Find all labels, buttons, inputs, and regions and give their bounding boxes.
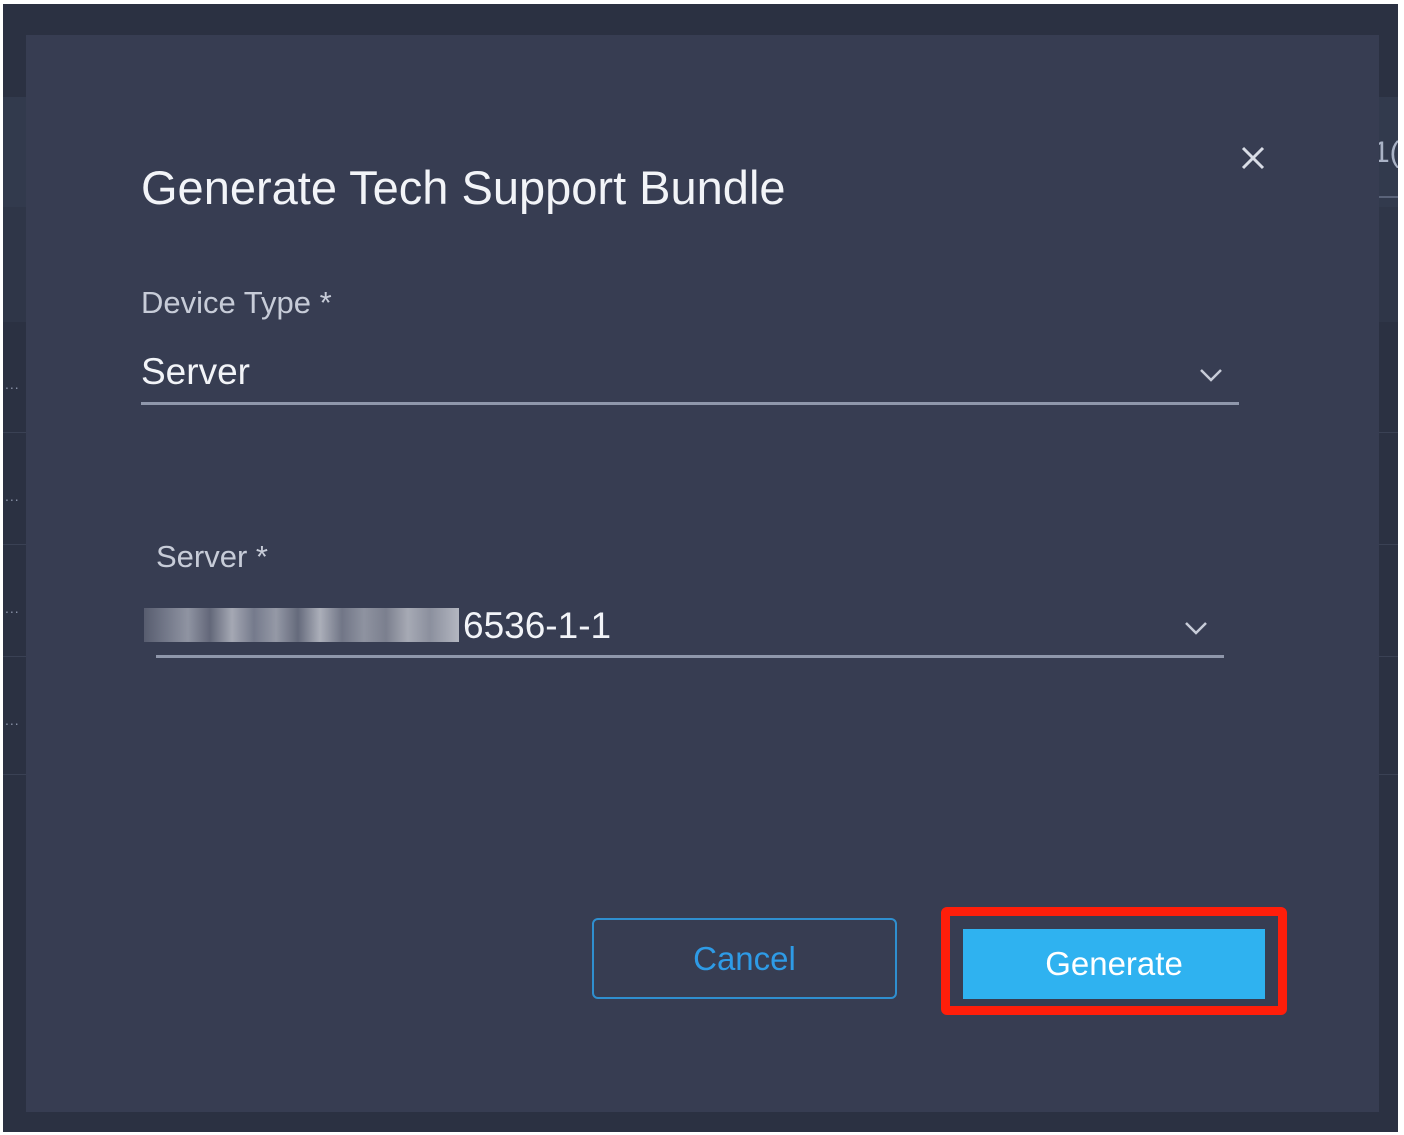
close-icon (1241, 146, 1265, 170)
close-button[interactable] (1236, 141, 1270, 175)
device-type-value[interactable]: Server (141, 351, 250, 393)
generate-button[interactable]: Generate (963, 929, 1265, 999)
chevron-down-icon[interactable] (1198, 367, 1224, 383)
background-row-ellipsis: ... (5, 600, 20, 616)
server-underline (156, 655, 1224, 658)
chevron-down-icon[interactable] (1183, 620, 1209, 636)
server-value-suffix: 6536-1-1 (463, 605, 612, 646)
background-row-ellipsis: ... (5, 488, 20, 504)
device-type-underline (141, 402, 1239, 405)
app-background: ... ... ... ... 1( Generate Tech Support… (3, 4, 1398, 1132)
server-label: Server * (156, 539, 268, 574)
redacted-server-prefix (144, 608, 459, 642)
background-row-ellipsis: ... (5, 376, 20, 392)
background-row-ellipsis: ... (5, 712, 20, 728)
server-value[interactable]: 6536-1-1 (144, 605, 611, 647)
dialog-title: Generate Tech Support Bundle (141, 161, 786, 214)
tech-support-dialog: Generate Tech Support Bundle Device Type… (26, 35, 1379, 1112)
device-type-label: Device Type * (141, 285, 332, 320)
cancel-button[interactable]: Cancel (592, 918, 897, 999)
